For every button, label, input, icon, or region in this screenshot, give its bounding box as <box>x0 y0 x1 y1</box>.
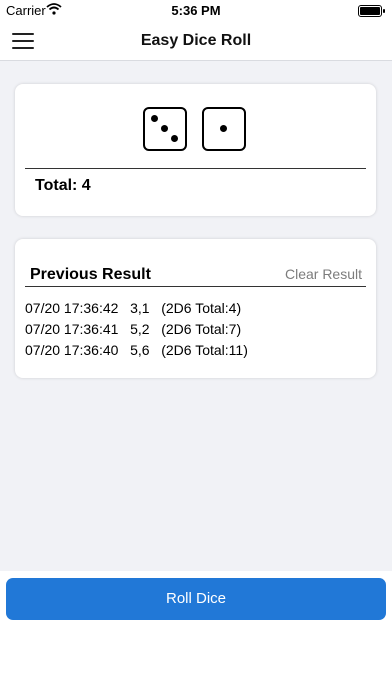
divider <box>25 286 366 287</box>
total-label: Total: 4 <box>35 177 91 194</box>
page-title: Easy Dice Roll <box>140 32 252 49</box>
divider <box>25 168 366 169</box>
clear-result-button[interactable]: Clear Result <box>285 266 362 282</box>
history-row: 07/20 17:36:41 5,2 (2D6 Total:7) <box>25 321 242 337</box>
battery-icon <box>358 5 385 17</box>
history-card: Previous Result Clear Result 07/20 17:36… <box>15 239 376 378</box>
status-bar: Carrier 5:36 PM <box>0 0 392 22</box>
clock: 5:36 PM <box>171 3 221 18</box>
history-title: Previous Result <box>30 266 151 283</box>
nav-bar: Easy Dice Roll <box>0 22 392 61</box>
dice-card: Total: 4 <box>15 84 376 216</box>
die-three-icon <box>143 107 187 151</box>
roll-dice-button[interactable]: Roll Dice <box>6 578 386 620</box>
history-row: 07/20 17:36:42 3,1 (2D6 Total:4) <box>25 300 242 316</box>
die-one-icon <box>202 107 246 151</box>
history-row: 07/20 17:36:40 5,6 (2D6 Total:11) <box>25 342 248 358</box>
